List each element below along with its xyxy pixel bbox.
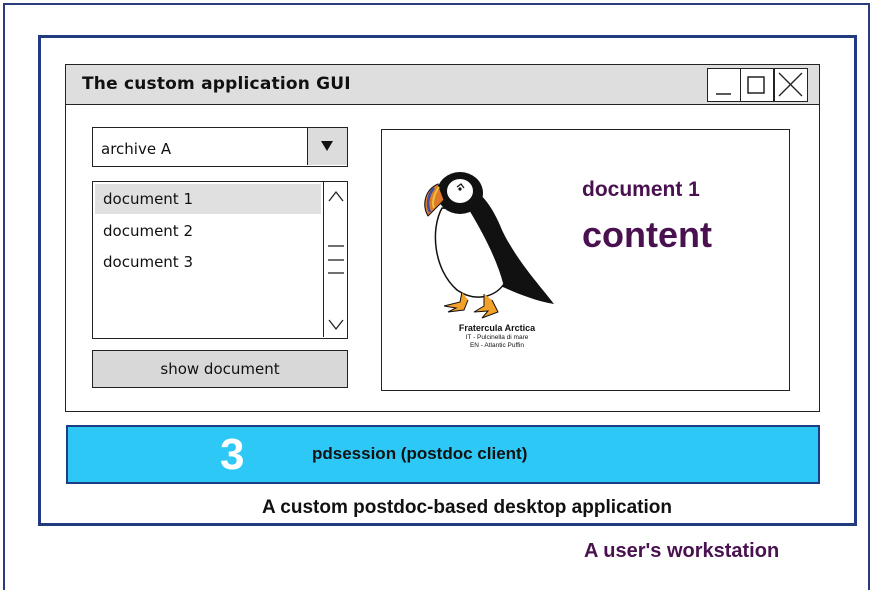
maximize-button[interactable] (740, 68, 774, 102)
list-item-document-3[interactable]: document 3 (95, 247, 321, 277)
step-number: 3 (220, 430, 245, 479)
list-scrollbar[interactable] (323, 182, 347, 337)
list-item-document-1[interactable]: document 1 (95, 184, 321, 214)
maximize-icon (747, 76, 765, 94)
workstation-caption: A user's workstation (584, 540, 780, 562)
scroll-down-icon (328, 319, 344, 331)
close-button[interactable] (774, 68, 808, 102)
pdsession-label: pdsession (postdoc client) (312, 444, 528, 463)
caption-italian-name: IT - Pulcinella di mare (465, 334, 529, 342)
pdsession-bar: 3 pdsession (postdoc client) (66, 425, 820, 484)
application-caption: A custom postdoc-based desktop applicati… (262, 497, 672, 518)
list-item-document-2[interactable]: document 2 (95, 216, 321, 246)
title-bar: The custom application GUI (66, 65, 819, 105)
document-list: document 1 document 2 document 3 (92, 181, 348, 339)
close-icon (778, 72, 803, 97)
caption-english-name: EN - Atlantic Puffin (469, 342, 525, 350)
archive-dropdown[interactable]: archive A (92, 127, 348, 167)
dropdown-toggle[interactable] (307, 128, 347, 165)
content-body: content (582, 214, 712, 255)
document-content-pane: Fratercula Arctica IT - Pulcinella di ma… (381, 129, 790, 391)
caption-species-name: Fratercula Arctica (458, 323, 536, 333)
minimize-icon (716, 93, 731, 95)
triangle-down-icon (321, 141, 333, 151)
show-document-button[interactable]: show document (92, 350, 348, 388)
archive-selected-value: archive A (101, 140, 172, 158)
gui-window: The custom application GUI archive A doc… (65, 64, 820, 412)
scroll-up-icon (328, 190, 344, 202)
window-title: The custom application GUI (82, 74, 351, 94)
show-document-label: show document (160, 360, 280, 378)
content-title: document 1 (582, 178, 700, 201)
minimize-button[interactable] (707, 68, 741, 102)
puffin-icon (424, 172, 554, 319)
puffin-caption: Fratercula Arctica IT - Pulcinella di ma… (417, 323, 577, 351)
scrollbar-graphic (328, 190, 344, 331)
